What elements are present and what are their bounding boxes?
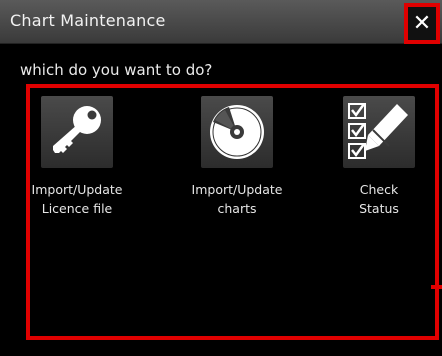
option-label: Check Status	[359, 182, 399, 216]
title-bar: Chart Maintenance ✕	[0, 0, 442, 44]
disc-icon	[201, 96, 273, 168]
checklist-pencil-icon	[343, 96, 415, 168]
check-status-option[interactable]: Check Status	[314, 96, 442, 218]
close-icon: ✕	[412, 10, 432, 36]
option-label: Import/Update charts	[191, 182, 283, 216]
option-label: Import/Update Licence file	[31, 182, 123, 216]
close-button[interactable]: ✕	[404, 3, 440, 44]
highlight-marker	[431, 285, 442, 289]
import-charts-option[interactable]: Import/Update charts	[172, 96, 302, 218]
prompt-text: which do you want to do?	[20, 61, 213, 79]
import-licence-option[interactable]: Import/Update Licence file	[12, 96, 142, 218]
key-icon	[41, 96, 113, 168]
window-title: Chart Maintenance	[10, 11, 166, 30]
